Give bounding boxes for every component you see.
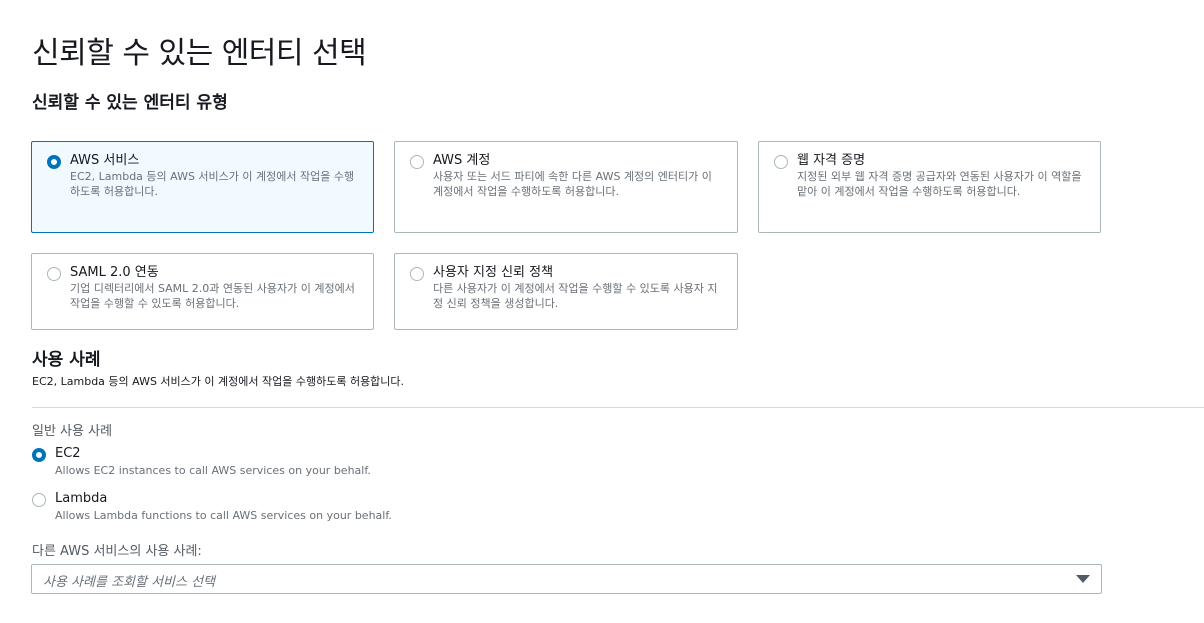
tile-description: 사용자 또는 서드 파티에 속한 다른 AWS 계정의 엔터티가 이 계정에서 … [433, 170, 712, 198]
other-services-label: 다른 AWS 서비스의 사용 사례: [32, 544, 202, 559]
select-placeholder: 사용 사례를 조회할 서비스 선택 [43, 575, 216, 590]
common-use-cases-label: 일반 사용 사례 [32, 424, 113, 439]
divider [32, 407, 1204, 408]
radio-custom-trust-policy[interactable] [410, 267, 424, 281]
tile-label: AWS 계정 [433, 153, 491, 168]
radio-aws-account[interactable] [410, 155, 424, 169]
tile-label: 사용자 지정 신뢰 정책 [433, 265, 554, 280]
use-case-description: EC2, Lambda 등의 AWS 서비스가 이 계정에서 작업을 수행하도록… [32, 375, 405, 388]
tile-aws-service[interactable]: AWS 서비스 EC2, Lambda 등의 AWS 서비스가 이 계정에서 작… [31, 141, 374, 233]
tile-label: SAML 2.0 연동 [70, 265, 159, 280]
page-title: 신뢰할 수 있는 엔터티 선택 [32, 36, 367, 71]
entity-type-heading: 신뢰할 수 있는 엔터티 유형 [32, 93, 228, 113]
radio-aws-service[interactable] [47, 155, 61, 169]
radio-web-identity[interactable] [774, 155, 788, 169]
tile-description: 다른 사용자가 이 계정에서 작업을 수행할 수 있도록 사용자 지정 신뢰 정… [433, 282, 718, 310]
option-label: EC2 [55, 446, 81, 461]
option-description: Allows Lambda functions to call AWS serv… [55, 509, 392, 522]
radio-lambda[interactable] [32, 493, 46, 507]
service-select[interactable]: 사용 사례를 조회할 서비스 선택 [31, 564, 1102, 594]
tile-description: 지정된 외부 웹 자격 증명 공급자와 연동된 사용자가 이 역할을 맡아 이 … [797, 170, 1082, 198]
tile-description: EC2, Lambda 등의 AWS 서비스가 이 계정에서 작업을 수행하도록… [70, 170, 355, 198]
option-lambda[interactable]: Lambda Allows Lambda functions to call A… [32, 491, 432, 527]
tile-saml[interactable]: SAML 2.0 연동 기업 디렉터리에서 SAML 2.0과 연동된 사용자가… [31, 253, 374, 330]
tile-aws-account[interactable]: AWS 계정 사용자 또는 서드 파티에 속한 다른 AWS 계정의 엔터티가 … [394, 141, 738, 233]
option-label: Lambda [55, 491, 108, 506]
radio-saml[interactable] [47, 267, 61, 281]
tile-custom-trust-policy[interactable]: 사용자 지정 신뢰 정책 다른 사용자가 이 계정에서 작업을 수행할 수 있도… [394, 253, 738, 330]
tile-label: AWS 서비스 [70, 153, 140, 168]
use-case-heading: 사용 사례 [32, 350, 101, 370]
tile-label: 웹 자격 증명 [797, 153, 866, 168]
chevron-down-icon[interactable] [1076, 575, 1090, 583]
radio-ec2[interactable] [32, 448, 46, 462]
option-description: Allows EC2 instances to call AWS service… [55, 464, 371, 477]
option-ec2[interactable]: EC2 Allows EC2 instances to call AWS ser… [32, 446, 432, 482]
tile-web-identity[interactable]: 웹 자격 증명 지정된 외부 웹 자격 증명 공급자와 연동된 사용자가 이 역… [758, 141, 1101, 233]
tile-description: 기업 디렉터리에서 SAML 2.0과 연동된 사용자가 이 계정에서 작업을 … [70, 282, 355, 310]
